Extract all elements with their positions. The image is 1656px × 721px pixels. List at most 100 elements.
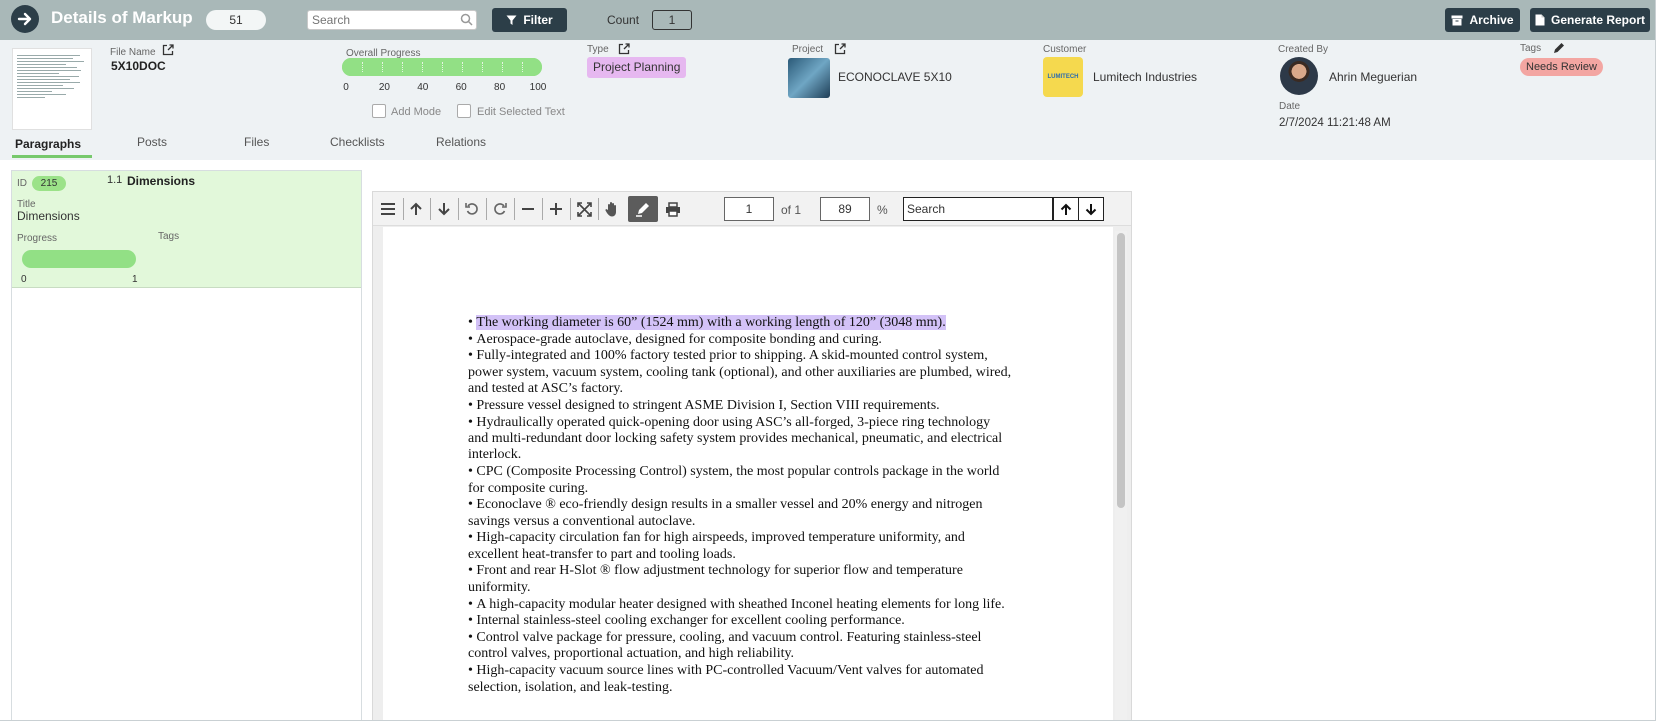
generate-report-button[interactable]: Generate Report bbox=[1530, 8, 1650, 32]
document-bullet[interactable]: • Hydraulically operated quick-opening d… bbox=[468, 415, 1013, 464]
search-next-button[interactable] bbox=[1078, 197, 1104, 221]
document-bullet[interactable]: • High-capacity circulation fan for high… bbox=[468, 530, 1013, 563]
highlighted-markup-text[interactable]: The working diameter is 60” (1524 mm) wi… bbox=[476, 315, 946, 330]
tab-paragraphs[interactable]: Paragraphs bbox=[15, 137, 81, 151]
paragraph-title: Dimensions bbox=[17, 209, 80, 223]
search-box[interactable] bbox=[307, 10, 477, 30]
highlighter-icon bbox=[636, 203, 649, 217]
document-thumbnail[interactable] bbox=[12, 48, 92, 130]
previous-page-button[interactable] bbox=[403, 196, 429, 222]
paragraph-number: 1.1 bbox=[107, 174, 123, 186]
rotate-left-button[interactable] bbox=[459, 196, 485, 222]
type-badge[interactable]: Project Planning bbox=[587, 57, 687, 78]
expand-icon bbox=[576, 201, 592, 217]
customer-name[interactable]: Lumitech Industries bbox=[1093, 70, 1197, 84]
date-value: 2/7/2024 11:21:48 AM bbox=[1279, 117, 1391, 129]
filter-label: Filter bbox=[523, 13, 553, 27]
document-search-input[interactable]: Search bbox=[903, 197, 1053, 221]
add-mode-checkbox[interactable] bbox=[372, 104, 386, 118]
hand-icon bbox=[605, 202, 616, 217]
bullet-text[interactable]: Econoclave ® eco-friendly design results… bbox=[468, 497, 982, 528]
rotate-right-button[interactable] bbox=[487, 196, 513, 222]
bullet-text[interactable]: Fully-integrated and 100% factory tested… bbox=[468, 348, 1011, 396]
page-count-label: of 1 bbox=[781, 203, 802, 217]
paragraph-list: ID 215 1.1 Dimensions Title Dimensions P… bbox=[11, 170, 362, 720]
paragraph-heading: Dimensions bbox=[127, 174, 196, 188]
paragraph-card[interactable]: ID 215 1.1 Dimensions Title Dimensions P… bbox=[12, 171, 361, 288]
document-bullet[interactable]: • Fully-integrated and 100% factory test… bbox=[468, 348, 1013, 397]
paragraph-progress-bar bbox=[22, 250, 136, 268]
document-bullet[interactable]: • Aerospace-grade autoclave, designed fo… bbox=[468, 332, 1013, 348]
pencil-icon[interactable] bbox=[1553, 41, 1565, 59]
arrow-down-icon bbox=[1085, 203, 1097, 215]
search-icon[interactable] bbox=[460, 13, 473, 31]
progress-tick bbox=[382, 62, 383, 72]
document-bullet[interactable]: • Internal stainless-steel cooling excha… bbox=[468, 613, 1013, 629]
tab-files[interactable]: Files bbox=[244, 135, 269, 149]
tab-posts[interactable]: Posts bbox=[137, 135, 167, 149]
print-button[interactable] bbox=[660, 196, 686, 222]
bullet-text[interactable]: Aerospace-grade autoclave, designed for … bbox=[476, 332, 881, 347]
tab-relations[interactable]: Relations bbox=[436, 135, 486, 149]
document-bullet[interactable]: • Control valve package for pressure, co… bbox=[468, 630, 1013, 663]
plus-icon bbox=[550, 203, 562, 215]
tag-needs-review[interactable]: Needs Review bbox=[1520, 58, 1603, 76]
bullet-text[interactable]: Hydraulically operated quick-opening doo… bbox=[468, 415, 1002, 463]
document-icon bbox=[1535, 14, 1545, 26]
pdf-page[interactable]: • The working diameter is 60” (1524 mm) … bbox=[383, 227, 1113, 720]
tags-label: Tags bbox=[1520, 43, 1542, 54]
bullet-text[interactable]: Internal stainless-steel cooling exchang… bbox=[476, 613, 904, 628]
document-text[interactable]: • The working diameter is 60” (1524 mm) … bbox=[468, 315, 1013, 696]
project-image[interactable] bbox=[788, 58, 830, 98]
progress-tick bbox=[362, 62, 363, 72]
file-name-label: File Name bbox=[110, 47, 156, 58]
document-bullet[interactable]: • Front and rear H-Slot ® flow adjustmen… bbox=[468, 563, 1013, 596]
zoom-out-button[interactable] bbox=[515, 196, 541, 222]
zoom-input[interactable]: 89 bbox=[820, 197, 870, 221]
tab-checklists[interactable]: Checklists bbox=[330, 135, 385, 149]
page-area[interactable]: • The working diameter is 60” (1524 mm) … bbox=[373, 227, 1131, 720]
progress-tick bbox=[522, 62, 523, 72]
zoom-in-button[interactable] bbox=[543, 196, 569, 222]
avatar bbox=[1280, 57, 1318, 95]
document-bullet[interactable]: • Pressure vessel designed to stringent … bbox=[468, 398, 1013, 414]
progress-tick bbox=[482, 62, 483, 72]
edit-selected-text-checkbox[interactable] bbox=[457, 104, 471, 118]
bullet-text[interactable]: CPC (Composite Processing Control) syste… bbox=[468, 464, 999, 495]
bullet-text[interactable]: Pressure vessel designed to stringent AS… bbox=[476, 398, 939, 413]
scrollbar-thumb[interactable] bbox=[1117, 233, 1125, 508]
document-bullet[interactable]: • The working diameter is 60” (1524 mm) … bbox=[468, 315, 1013, 331]
archive-button[interactable]: Archive bbox=[1445, 8, 1520, 32]
paragraph-progress-min: 0 bbox=[21, 274, 27, 285]
bullet-text[interactable]: Front and rear H-Slot ® flow adjustment … bbox=[468, 563, 963, 594]
paragraph-id-badge: 215 bbox=[32, 176, 66, 191]
paragraph-progress-label: Progress bbox=[17, 233, 58, 244]
progress-tick bbox=[402, 62, 403, 72]
search-input[interactable] bbox=[308, 11, 456, 29]
markup-count-badge: 51 bbox=[206, 10, 266, 30]
search-previous-button[interactable] bbox=[1053, 197, 1079, 221]
bullet-text[interactable]: High-capacity circulation fan for high a… bbox=[468, 530, 965, 561]
document-bullet[interactable]: • CPC (Composite Processing Control) sys… bbox=[468, 464, 1013, 497]
bullet-text[interactable]: A high-capacity modular heater designed … bbox=[476, 597, 1004, 612]
filter-button[interactable]: Filter bbox=[492, 8, 567, 32]
vertical-scrollbar[interactable] bbox=[1115, 231, 1127, 720]
edit-square-icon[interactable] bbox=[834, 42, 846, 60]
back-button[interactable] bbox=[11, 5, 39, 33]
pan-tool-button[interactable] bbox=[599, 196, 625, 222]
document-bullet[interactable]: • Econoclave ® eco-friendly design resul… bbox=[468, 497, 1013, 530]
bullet-text[interactable]: High-capacity vacuum source lines with P… bbox=[468, 663, 984, 694]
document-bullet[interactable]: • A high-capacity modular heater designe… bbox=[468, 597, 1013, 613]
fit-page-button[interactable] bbox=[571, 196, 597, 222]
next-page-button[interactable] bbox=[431, 196, 457, 222]
project-name[interactable]: ECONOCLAVE 5X10 bbox=[838, 70, 952, 84]
bullet-text[interactable]: Control valve package for pressure, cool… bbox=[468, 630, 981, 661]
document-bullet[interactable]: • High-capacity vacuum source lines with… bbox=[468, 663, 1013, 696]
page-title: Details of Markup bbox=[51, 8, 193, 27]
page-number-input[interactable]: 1 bbox=[724, 197, 774, 221]
progress-tick bbox=[462, 62, 463, 72]
menu-button[interactable] bbox=[375, 196, 401, 222]
percent-label: % bbox=[877, 203, 888, 217]
arrow-up-icon bbox=[1060, 203, 1072, 215]
highlight-tool-button[interactable] bbox=[628, 196, 658, 222]
